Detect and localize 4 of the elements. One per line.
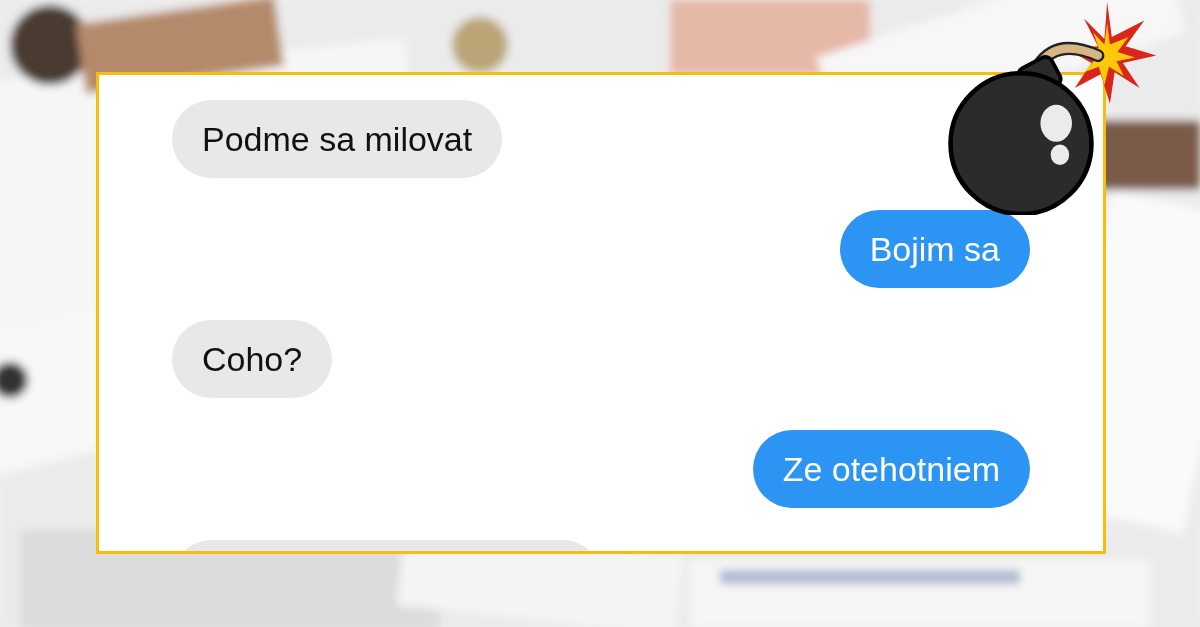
received-message: Coho? (172, 320, 333, 398)
received-message: Podme sa milovat (172, 100, 503, 178)
sent-message: Bojim sa (839, 210, 1030, 288)
sent-message: Ze otehotniem (752, 430, 1030, 508)
